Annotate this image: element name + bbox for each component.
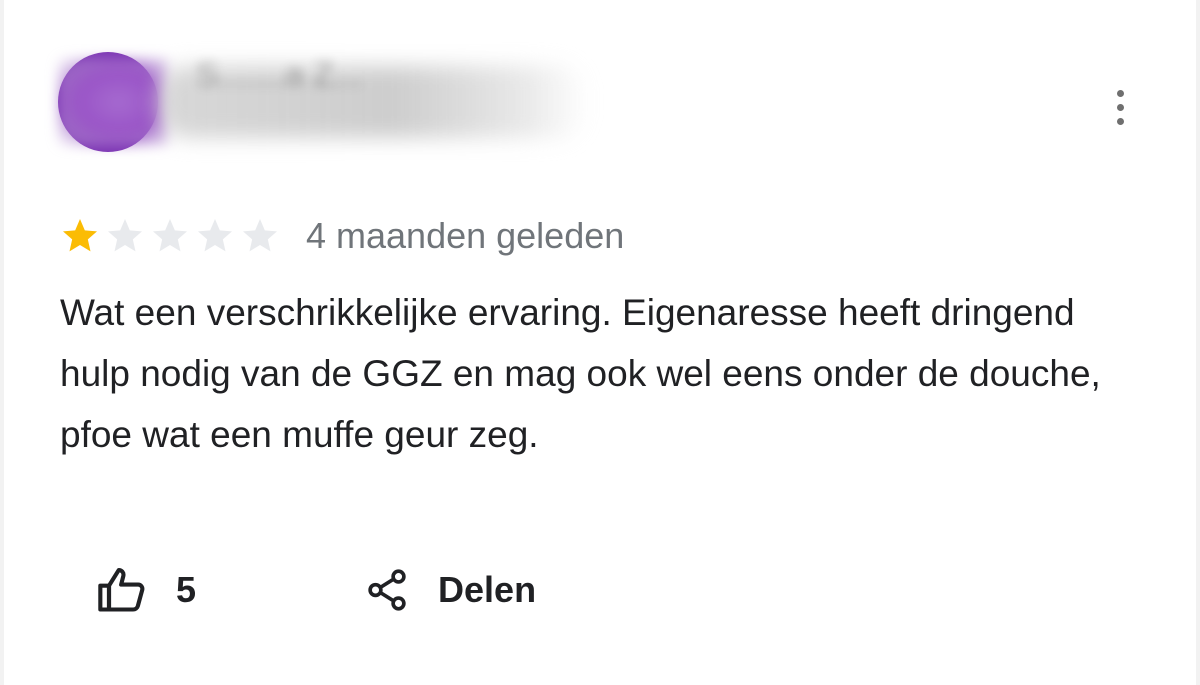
card-left-edge [0, 0, 4, 685]
star-outline-icon [105, 216, 145, 256]
card-right-edge [1196, 0, 1200, 685]
review-timestamp: 4 maanden geleden [306, 215, 625, 256]
reviewer-name[interactable]: S.......a Z... [196, 56, 362, 95]
star-outline-icon [240, 216, 280, 256]
like-button[interactable]: 5 [96, 564, 196, 616]
rating-row: 4 maanden geleden [60, 212, 624, 260]
like-count: 5 [176, 569, 197, 610]
star-icon [60, 216, 100, 256]
more-dot [1116, 103, 1124, 111]
review-card: S.......a Z... 4 maanden geleden Wat een… [0, 0, 1200, 685]
star-outline-icon [150, 216, 190, 256]
share-icon [364, 567, 410, 613]
more-vertical-icon [1116, 89, 1124, 97]
share-label: Delen [438, 569, 537, 610]
more-dot [1116, 117, 1124, 125]
share-button[interactable]: Delen [364, 567, 536, 613]
more-options-button[interactable] [1100, 82, 1140, 132]
avatar-blur-overlay [58, 58, 168, 146]
review-actions: 5 Delen [96, 560, 536, 620]
thumbs-up-icon [96, 564, 148, 616]
review-text: Wat een verschrikkelijke ervaring. Eigen… [60, 292, 1101, 455]
star-outline-icon [195, 216, 235, 256]
star-rating [60, 216, 280, 256]
